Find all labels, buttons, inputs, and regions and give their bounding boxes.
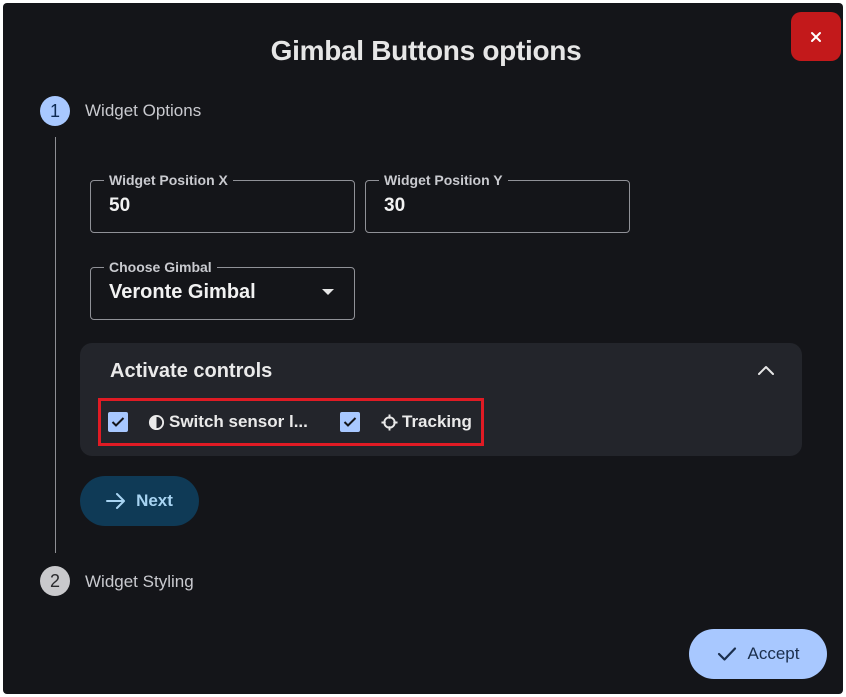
activate-controls-panel: Activate controls Switch sensor l... Tra… xyxy=(80,343,802,456)
tracking-label: Tracking xyxy=(402,412,472,431)
checkmark-icon xyxy=(111,417,125,427)
tracking-checkbox[interactable] xyxy=(340,412,360,432)
widget-position-y-value[interactable]: 30 xyxy=(384,195,405,217)
activate-controls-title[interactable]: Activate controls xyxy=(110,360,272,383)
widget-position-y-label: Widget Position Y xyxy=(379,171,508,189)
choose-gimbal-label: Choose Gimbal xyxy=(104,258,217,276)
switch-sensor-label: Switch sensor l... xyxy=(169,412,308,431)
choose-gimbal-select[interactable]: Choose Gimbal Veronte Gimbal xyxy=(90,258,355,320)
checkmark-icon xyxy=(343,417,357,427)
step-1-label[interactable]: Widget Options xyxy=(85,101,201,121)
gimbal-options-dialog: Gimbal Buttons options 1 Widget Options … xyxy=(3,3,843,694)
check-icon xyxy=(717,647,736,661)
tracking-option[interactable]: Tracking xyxy=(381,412,472,432)
dropdown-arrow-icon[interactable] xyxy=(322,289,334,295)
accept-button[interactable]: Accept xyxy=(689,629,827,679)
switch-sensor-option[interactable]: Switch sensor l... xyxy=(148,412,308,432)
crosshair-icon xyxy=(381,413,398,431)
stepper-connector-line xyxy=(55,137,56,553)
controls-highlight-box: Switch sensor l... Tracking xyxy=(98,398,484,446)
step-2-indicator[interactable]: 2 xyxy=(40,566,70,596)
accept-button-label: Accept xyxy=(747,644,800,663)
step-2-label[interactable]: Widget Styling xyxy=(85,572,194,592)
widget-position-x-field[interactable]: Widget Position X 50 xyxy=(90,171,355,233)
arrow-right-icon xyxy=(106,493,126,509)
contrast-icon xyxy=(148,414,165,430)
widget-position-y-field[interactable]: Widget Position Y 30 xyxy=(365,171,630,233)
step-1-indicator[interactable]: 1 xyxy=(40,96,70,126)
widget-position-x-label: Widget Position X xyxy=(104,171,233,189)
next-button[interactable]: Next xyxy=(80,476,199,526)
switch-sensor-checkbox[interactable] xyxy=(108,412,128,432)
chevron-up-icon[interactable] xyxy=(757,363,775,377)
next-button-label: Next xyxy=(136,491,173,510)
choose-gimbal-value[interactable]: Veronte Gimbal xyxy=(109,281,256,304)
dialog-title: Gimbal Buttons options xyxy=(270,35,582,66)
widget-position-x-value[interactable]: 50 xyxy=(109,195,130,217)
